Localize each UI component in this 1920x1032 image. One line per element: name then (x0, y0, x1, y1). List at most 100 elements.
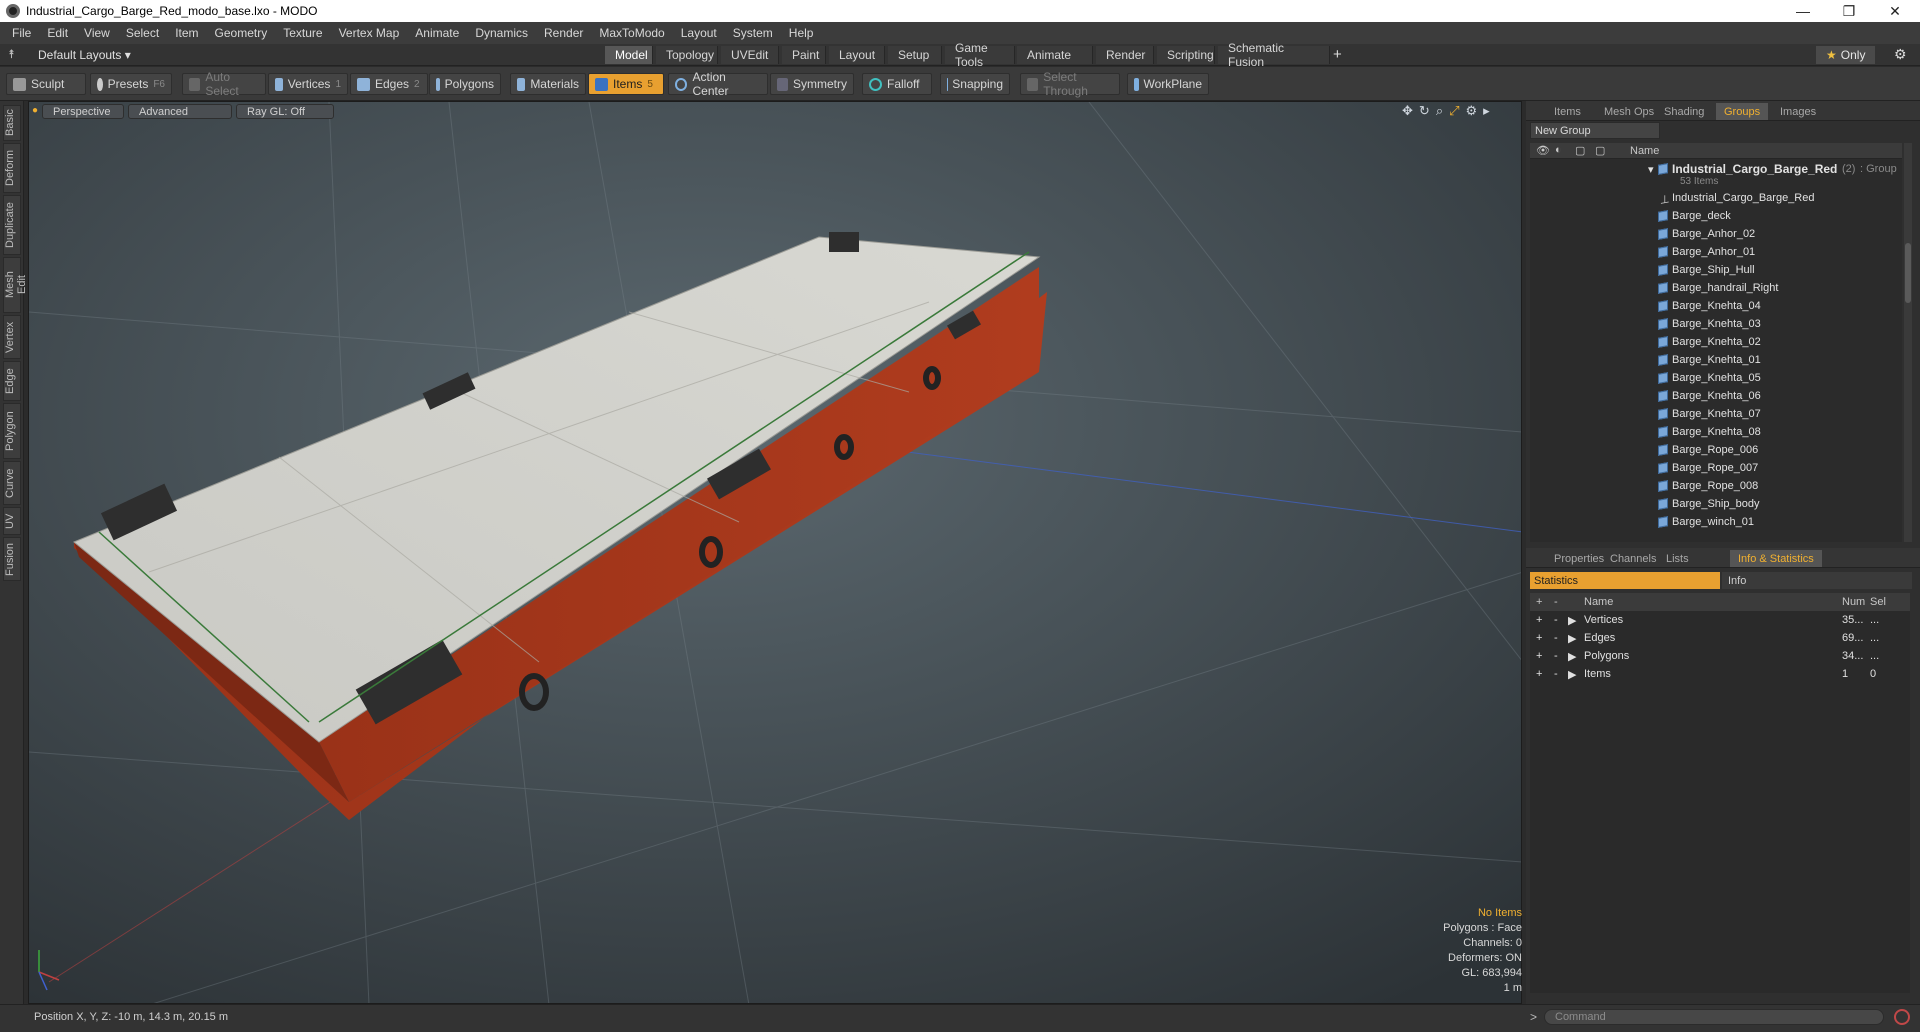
menu-animate[interactable]: Animate (407, 26, 467, 40)
side-tab-polygon[interactable]: Polygon (3, 403, 21, 459)
auto-select-button[interactable]: Auto Select (182, 70, 266, 98)
list-item[interactable]: Barge_deck (1530, 207, 1902, 225)
render-col-icon[interactable]: ▢ (1575, 144, 1585, 157)
add-icon[interactable]: + (1536, 668, 1542, 680)
tab-paint[interactable]: Paint (782, 46, 826, 64)
info-tab[interactable]: Info (1722, 572, 1912, 589)
tab-shading[interactable]: Shading (1656, 103, 1712, 120)
command-input[interactable]: Command (1544, 1009, 1884, 1025)
expand-icon[interactable]: ▶ (1568, 650, 1576, 663)
group-row[interactable]: ▾ Industrial_Cargo_Barge_Red (2) : Group… (1530, 161, 1902, 189)
side-tab-mesh-edit[interactable]: Mesh Edit (3, 257, 28, 313)
expand-icon[interactable]: ▸ (1483, 103, 1490, 119)
expand-icon[interactable]: ▶ (1568, 632, 1576, 645)
list-item[interactable]: Barge_Knehta_03 (1530, 315, 1902, 333)
tab-schematic-fusion[interactable]: Schematic Fusion (1218, 41, 1330, 69)
tab-topology[interactable]: Topology (656, 46, 718, 64)
list-item[interactable]: Barge_Knehta_08 (1530, 423, 1902, 441)
tab-info-statistics[interactable]: Info & Statistics (1730, 550, 1822, 567)
menu-layout[interactable]: Layout (673, 26, 725, 40)
command-history-icon[interactable] (1894, 1009, 1910, 1025)
side-tab-edge[interactable]: Edge (3, 361, 21, 401)
menu-vertex-map[interactable]: Vertex Map (331, 26, 408, 40)
rotate-icon[interactable]: ↻ (1419, 103, 1430, 119)
only-button[interactable]: ★ Only (1816, 46, 1876, 64)
list-item[interactable]: Barge_Knehta_01 (1530, 351, 1902, 369)
collapse-icon[interactable]: ▾ (1648, 163, 1654, 176)
table-row[interactable]: + - ▶ Vertices 35...... (1530, 611, 1910, 629)
list-item[interactable]: Barge_Knehta_07 (1530, 405, 1902, 423)
menu-texture[interactable]: Texture (275, 26, 330, 40)
tab-groups[interactable]: Groups (1716, 103, 1769, 120)
vertices-button[interactable]: Vertices 1 (268, 73, 348, 95)
list-item[interactable]: Barge_Knehta_06 (1530, 387, 1902, 405)
side-tab-deform[interactable]: Deform (3, 143, 21, 193)
zoom-icon[interactable]: ⌕ (1436, 103, 1443, 119)
side-tab-vertex[interactable]: Vertex (3, 315, 21, 359)
tab-images[interactable]: Images (1772, 103, 1824, 120)
add-icon[interactable]: + (1536, 632, 1542, 644)
statistics-tab[interactable]: Statistics (1530, 572, 1720, 589)
layout-dropdown[interactable]: Default Layouts ▾ (38, 48, 131, 62)
menu-maxtomodo[interactable]: MaxToModo (591, 26, 672, 40)
list-item[interactable]: Barge_Knehta_05 (1530, 369, 1902, 387)
viewport-settings-icon[interactable]: ⚙ (1466, 103, 1478, 119)
menu-view[interactable]: View (76, 26, 118, 40)
list-item[interactable]: Barge_Ship_Hull (1530, 261, 1902, 279)
raygl-dropdown[interactable]: Ray GL: Off (236, 104, 335, 119)
list-item[interactable]: Barge_winch_01 (1530, 513, 1902, 531)
new-group-button[interactable]: New Group (1530, 122, 1660, 139)
materials-button[interactable]: Materials (510, 73, 586, 95)
list-item[interactable]: Barge_Rope_008 (1530, 477, 1902, 495)
tab-animate[interactable]: Animate (1017, 46, 1093, 64)
tab-layout[interactable]: Layout (829, 46, 885, 64)
groups-scrollbar[interactable] (1904, 143, 1912, 542)
collapse-icon[interactable]: ⯭ (8, 47, 15, 62)
list-item[interactable]: Barge_Rope_006 (1530, 441, 1902, 459)
symmetry-button[interactable]: Symmetry (770, 73, 854, 95)
sculpt-button[interactable]: Sculpt (6, 73, 86, 95)
list-item[interactable]: Barge_Ship_body (1530, 495, 1902, 513)
menu-geometry[interactable]: Geometry (207, 26, 276, 40)
add-icon[interactable]: + (1536, 596, 1542, 608)
side-tab-uv[interactable]: UV (3, 507, 21, 535)
tab-items[interactable]: Items (1546, 103, 1589, 120)
select-col-icon[interactable]: ▢ (1595, 144, 1605, 157)
tab-mesh-ops[interactable]: Mesh Ops (1596, 103, 1662, 120)
snapping-button[interactable]: Snapping (940, 73, 1010, 95)
remove-icon[interactable]: - (1554, 650, 1558, 662)
menu-system[interactable]: System (725, 26, 781, 40)
add-tab-icon[interactable]: + (1333, 46, 1342, 63)
expand-icon[interactable]: ▶ (1568, 668, 1576, 681)
tab-channels[interactable]: Channels (1602, 550, 1664, 567)
viewport-menu-icon[interactable]: ● (32, 104, 38, 120)
select-through-button[interactable]: Select Through (1020, 70, 1120, 98)
fit-icon[interactable]: ⤢ (1449, 103, 1459, 119)
shading-dropdown[interactable]: Advanced (128, 104, 233, 119)
action-center-button[interactable]: Action Center (668, 70, 768, 98)
remove-icon[interactable]: - (1554, 668, 1558, 680)
list-item[interactable]: Barge_Anhor_01 (1530, 243, 1902, 261)
menu-select[interactable]: Select (118, 26, 167, 40)
expand-icon[interactable]: ▶ (1568, 614, 1576, 627)
maximize-button[interactable]: ❐ (1826, 0, 1872, 22)
menu-item[interactable]: Item (167, 26, 206, 40)
add-icon[interactable]: + (1536, 650, 1542, 662)
menu-dynamics[interactable]: Dynamics (467, 26, 536, 40)
table-row[interactable]: + - ▶ Edges 69...... (1530, 629, 1910, 647)
edges-button[interactable]: Edges 2 (350, 73, 428, 95)
visibility-col-icon[interactable]: 👁 (1536, 144, 1550, 157)
remove-icon[interactable]: - (1554, 632, 1558, 644)
menu-file[interactable]: File (4, 26, 39, 40)
menu-render[interactable]: Render (536, 26, 591, 40)
minimize-button[interactable]: — (1780, 0, 1826, 22)
3d-viewport[interactable] (28, 101, 1522, 1004)
pan-icon[interactable]: ✥ (1402, 103, 1413, 119)
tab-setup[interactable]: Setup (888, 46, 942, 64)
table-row[interactable]: + - ▶ Polygons 34...... (1530, 647, 1910, 665)
workplane-button[interactable]: WorkPlane (1127, 73, 1209, 95)
menu-edit[interactable]: Edit (39, 26, 76, 40)
view-dropdown[interactable]: Perspective (42, 104, 125, 119)
list-item[interactable]: Barge_handrail_Right (1530, 279, 1902, 297)
side-tab-duplicate[interactable]: Duplicate (3, 195, 21, 255)
